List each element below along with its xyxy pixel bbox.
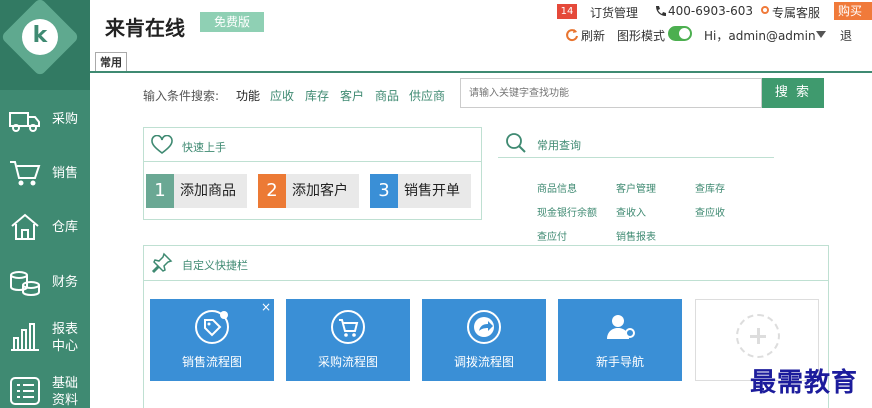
search-category-receivable[interactable]: 应收: [270, 87, 294, 104]
phone-number: 400-6903-603: [668, 4, 754, 18]
sidebar-item-warehouse[interactable]: 仓库: [0, 200, 90, 255]
sidebar-item-label: 仓库: [52, 220, 79, 235]
search-button[interactable]: 搜 索: [762, 78, 824, 108]
refresh-button[interactable]: 刷新: [581, 27, 605, 44]
tile-label: 销售流程图: [181, 355, 242, 369]
list-icon: [10, 377, 40, 405]
heart-icon: [151, 135, 173, 155]
add-goods-label: 添加商品: [180, 183, 236, 199]
truck-icon: [9, 112, 40, 132]
plus-bar-v: [756, 328, 760, 344]
sidebar-item-label: 采购: [52, 112, 79, 127]
order-count-badge: 14: [557, 4, 577, 19]
support-agent-icon: [761, 6, 769, 14]
step-number: 2: [258, 174, 286, 208]
panel-divider: [143, 161, 482, 162]
pin-icon: [151, 252, 173, 274]
page-title: 来肯在线: [105, 16, 185, 40]
sidebar-item-reports[interactable]: 报表 中心: [0, 310, 90, 365]
search-input[interactable]: [460, 78, 762, 108]
query-link-inventory[interactable]: 查库存: [695, 180, 725, 195]
step-number: 3: [370, 174, 398, 208]
order-manage-link[interactable]: 订货管理: [590, 4, 638, 21]
step-number: 1: [146, 174, 174, 208]
search-category-supplier[interactable]: 供应商: [409, 87, 445, 104]
tile-label: 调拨流程图: [453, 355, 514, 369]
toggle-knob: [679, 28, 690, 39]
refresh-icon[interactable]: [565, 28, 579, 42]
bar-chart-icon: [11, 323, 39, 351]
sidebar-item-sales[interactable]: 销售: [0, 146, 90, 201]
common-query-divider: [498, 157, 774, 158]
tile-sales-flow[interactable]: 销售流程图 ×: [150, 299, 274, 381]
edition-badge: 免费版: [200, 12, 264, 32]
query-link-customer-manage[interactable]: 客户管理: [616, 180, 656, 195]
tile-beginner-guide[interactable]: 新手导航: [558, 299, 682, 381]
query-link-goods-info[interactable]: 商品信息: [537, 180, 577, 195]
add-goods-button[interactable]: 1 添加商品: [146, 174, 247, 208]
sales-order-button[interactable]: 3 销售开单: [370, 174, 471, 208]
app-root: { "header": { "title": "来肯在线", "edition_…: [0, 0, 872, 408]
user-greeting[interactable]: Hi，admin@admin: [704, 27, 816, 44]
sidebar-item-finance[interactable]: 财务: [0, 255, 90, 310]
coins-icon: [10, 271, 40, 297]
quick-start-title: 快速上手: [182, 141, 226, 154]
search-category-goods[interactable]: 商品: [375, 87, 399, 104]
add-customer-label: 添加客户: [292, 183, 348, 199]
sidebar-item-label: 报表 中心: [52, 321, 79, 354]
user-pin-icon: [607, 315, 635, 339]
home-icon: [11, 213, 39, 240]
graph-mode-toggle[interactable]: [668, 26, 692, 41]
tile-label: 采购流程图: [317, 355, 378, 369]
logo-letter: k: [22, 19, 58, 55]
cart-icon: [10, 161, 41, 186]
custom-shortcut-title: 自定义快捷栏: [182, 259, 248, 272]
tile-transfer-flow[interactable]: 调拨流程图: [422, 299, 546, 381]
sidebar-item-basic-data[interactable]: 基础 资料: [0, 364, 90, 408]
tag-icon: [195, 310, 229, 344]
tab-divider: [90, 71, 872, 73]
common-query-title: 常用查询: [537, 139, 581, 152]
tile-label: 新手导航: [595, 355, 644, 369]
query-link-sales-report[interactable]: 销售报表: [616, 228, 656, 243]
panel-divider: [143, 280, 829, 281]
query-link-receivable[interactable]: 查应收: [695, 204, 725, 219]
phone-icon: [656, 6, 666, 16]
sidebar-item-purchase[interactable]: 采购: [0, 92, 90, 147]
customer-service-link[interactable]: 专属客服: [772, 4, 820, 21]
sidebar-item-label: 基础 资料: [52, 375, 79, 408]
sales-order-label: 销售开单: [404, 183, 460, 199]
buy-button[interactable]: 购买: [834, 2, 872, 20]
close-icon[interactable]: ×: [260, 301, 272, 313]
add-customer-button[interactable]: 2 添加客户: [258, 174, 359, 208]
query-link-income[interactable]: 查收入: [616, 204, 646, 219]
watermark: 最需教育: [750, 368, 859, 398]
chevron-down-icon[interactable]: [816, 31, 826, 38]
sidebar-item-label: 销售: [52, 166, 79, 181]
search-category-inventory[interactable]: 库存: [305, 87, 329, 104]
tab-common[interactable]: 常用: [95, 52, 127, 72]
share-icon: [467, 310, 501, 344]
logo[interactable]: k: [0, 0, 90, 90]
sidebar: k 采购 销售 仓库 财务 报表 中心 基础 资料: [0, 0, 90, 408]
query-link-cash-balance[interactable]: 现金银行余额: [537, 204, 597, 219]
search-category-customer[interactable]: 客户: [340, 87, 364, 104]
search-icon: [506, 133, 526, 153]
tile-purchase-flow[interactable]: 采购流程图: [286, 299, 410, 381]
graph-mode-label: 图形模式: [617, 29, 666, 43]
plus-icon: [736, 314, 780, 358]
sidebar-item-label: 财务: [52, 275, 79, 290]
search-label: 输入条件搜索:: [143, 89, 220, 103]
query-link-payable[interactable]: 查应付: [537, 228, 567, 243]
logout-link[interactable]: 退: [840, 27, 852, 44]
cart-icon: [331, 310, 365, 344]
search-category-function[interactable]: 功能: [236, 87, 260, 104]
